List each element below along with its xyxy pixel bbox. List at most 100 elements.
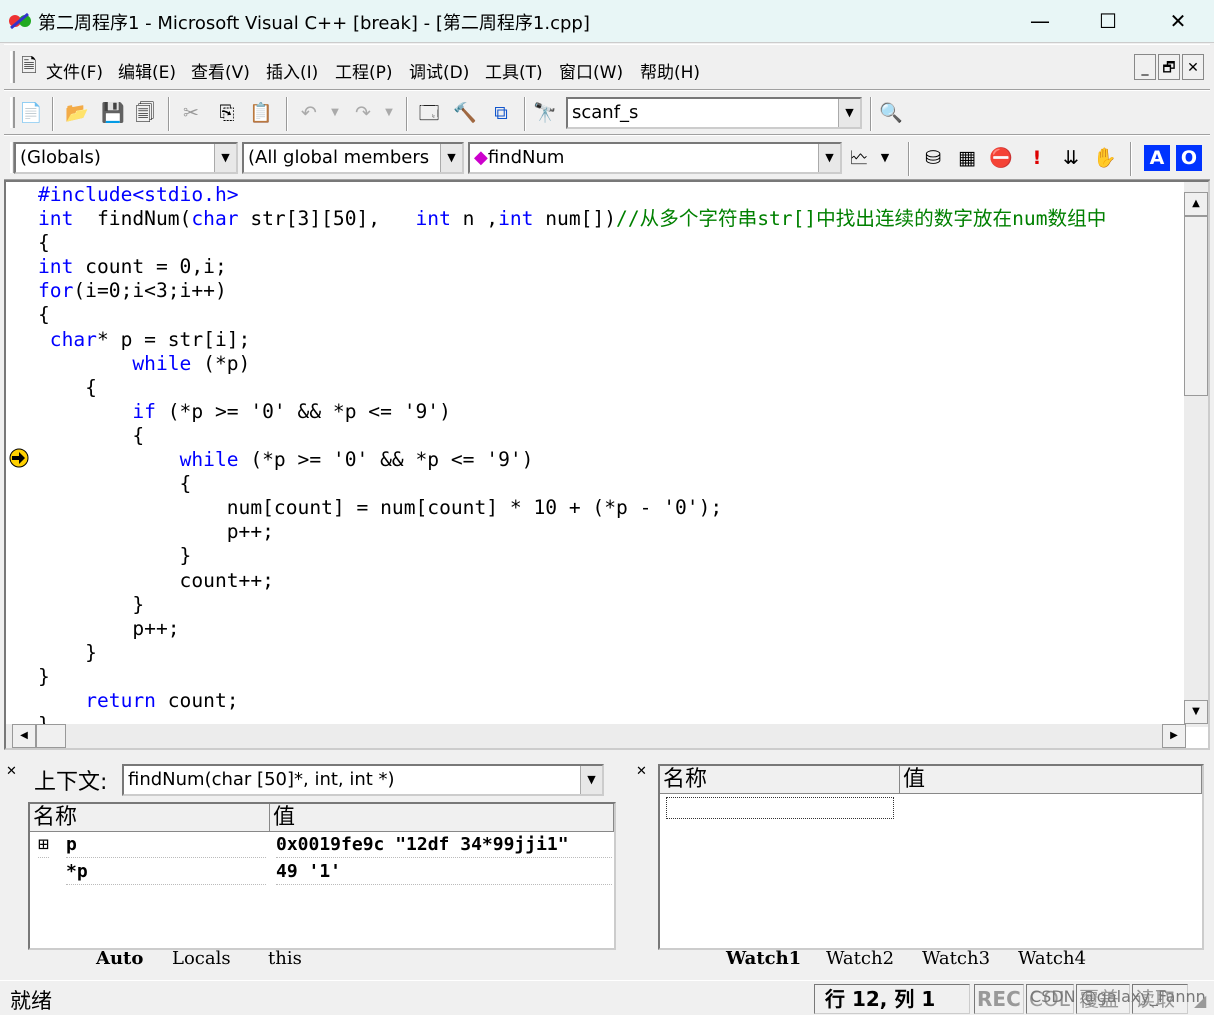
code-line[interactable]: p++;	[38, 617, 1186, 641]
chevron-down-icon[interactable]: ▼	[214, 144, 236, 172]
mdi-minimize-button[interactable]: _	[1134, 54, 1156, 80]
menu-window[interactable]: 窗口(W)	[559, 58, 623, 83]
find-combo[interactable]: scanf_s ▼	[566, 97, 862, 129]
mdi-close-button[interactable]: ✕	[1182, 54, 1204, 80]
menu-help[interactable]: 帮助(H)	[640, 58, 700, 83]
mode-o-button[interactable]: O	[1176, 145, 1202, 171]
code-text[interactable]: #include<stdio.h> int findNum(char str[3]…	[38, 183, 1186, 726]
tab-watch4[interactable]: Watch4	[1018, 948, 1086, 969]
code-line[interactable]: p++;	[38, 520, 1186, 544]
redo-dropdown-icon[interactable]: ▼	[376, 100, 402, 126]
menu-tools[interactable]: 工具(T)	[485, 58, 543, 83]
open-folder-icon[interactable]: 📂	[64, 100, 90, 126]
undo-icon[interactable]: ↶	[296, 100, 322, 126]
code-line[interactable]: {	[38, 424, 1186, 448]
context-combo[interactable]: findNum(char [50]*, int, int *) ▼	[122, 764, 604, 796]
code-line[interactable]: while (*p >= '0' && *p <= '9')	[38, 448, 1186, 472]
code-line[interactable]: {	[38, 376, 1186, 400]
code-line[interactable]: int count = 0,i;	[38, 255, 1186, 279]
build-icon[interactable]: ▦	[954, 145, 980, 171]
column-header-value[interactable]: 值	[270, 804, 614, 832]
editor-gutter[interactable]	[6, 182, 36, 727]
tab-watch3[interactable]: Watch3	[922, 948, 990, 969]
horizontal-scrollbar[interactable]: ◀ ▶	[6, 724, 1186, 748]
scroll-down-button[interactable]: ▼	[1184, 700, 1208, 724]
code-line[interactable]: if (*p >= '0' && *p <= '9')	[38, 400, 1186, 424]
execute-icon[interactable]: !	[1024, 145, 1050, 171]
tab-watch2[interactable]: Watch2	[826, 948, 894, 969]
close-pane-icon[interactable]: ✕	[636, 764, 647, 779]
code-line[interactable]: }	[38, 641, 1186, 665]
tab-auto[interactable]: Auto	[96, 948, 143, 969]
grip-handle[interactable]	[10, 97, 15, 128]
code-line[interactable]: num[count] = num[count] * 10 + (*p - '0'…	[38, 496, 1186, 520]
menu-file[interactable]: 文件(F)	[46, 58, 103, 83]
resize-grip-icon[interactable]: ◢	[1194, 991, 1206, 1010]
code-line[interactable]: char* p = str[i];	[38, 328, 1186, 352]
menu-view[interactable]: 查看(V)	[191, 58, 250, 83]
function-combo[interactable]: ◆findNum ▼	[468, 142, 842, 174]
stop-build-icon[interactable]: ⛔	[988, 145, 1014, 171]
members-combo[interactable]: (All global members ▼	[242, 142, 464, 174]
wizard-action-dropdown-icon[interactable]: ▼	[872, 145, 898, 171]
save-icon[interactable]: 💾	[100, 100, 126, 126]
undo-dropdown-icon[interactable]: ▼	[322, 100, 348, 126]
mdi-restore-button[interactable]: 🗗	[1158, 54, 1180, 80]
breakpoint-hand-icon[interactable]: ✋	[1092, 145, 1118, 171]
code-line[interactable]: while (*p)	[38, 352, 1186, 376]
chevron-down-icon[interactable]: ▼	[838, 99, 860, 127]
menu-project[interactable]: 工程(P)	[335, 58, 393, 83]
tab-watch1[interactable]: Watch1	[726, 948, 801, 969]
code-line[interactable]: for(i=0;i<3;i++)	[38, 279, 1186, 303]
watch-grid[interactable]: 名称 值	[658, 764, 1204, 950]
code-line[interactable]: int findNum(char str[3][50], int n ,int …	[38, 207, 1186, 231]
output-window-icon[interactable]: 🔨	[452, 100, 478, 126]
code-editor[interactable]: #include<stdio.h> int findNum(char str[3]…	[4, 180, 1210, 750]
code-line[interactable]: {	[38, 231, 1186, 255]
chevron-down-icon[interactable]: ▼	[818, 144, 840, 172]
expand-icon[interactable]: ⊞	[38, 832, 49, 858]
compile-icon[interactable]: ⛁	[920, 145, 946, 171]
close-pane-icon[interactable]: ✕	[6, 764, 17, 779]
menu-insert[interactable]: 插入(I)	[266, 58, 318, 83]
variable-value[interactable]: 0x0019fe9c "12df 34*99jji1"	[276, 832, 612, 858]
minimize-button[interactable]: —	[1020, 6, 1060, 36]
menu-edit[interactable]: 编辑(E)	[118, 58, 176, 83]
mode-a-button[interactable]: A	[1144, 145, 1170, 171]
column-header-name[interactable]: 名称	[30, 804, 270, 832]
menu-debug[interactable]: 调试(D)	[409, 58, 469, 83]
grip-handle[interactable]	[10, 51, 15, 83]
code-line[interactable]: {	[38, 472, 1186, 496]
copy-icon[interactable]: ⎘	[214, 100, 240, 126]
new-watch-entry[interactable]	[666, 797, 894, 819]
class-combo[interactable]: (Globals) ▼	[14, 142, 238, 174]
chevron-down-icon[interactable]: ▼	[580, 766, 602, 794]
scroll-left-button[interactable]: ◀	[12, 724, 36, 748]
paste-icon[interactable]: 📋	[248, 100, 274, 126]
scroll-up-button[interactable]: ▲	[1184, 192, 1208, 216]
scroll-right-button[interactable]: ▶	[1162, 724, 1186, 748]
save-all-icon[interactable]: 🗐	[132, 100, 158, 126]
code-line[interactable]: return count;	[38, 689, 1186, 713]
cut-icon[interactable]: ✂	[178, 100, 204, 126]
new-text-file-icon[interactable]: 📄	[18, 100, 44, 126]
workspace-icon[interactable]: 🗔	[416, 100, 442, 126]
code-line[interactable]: }	[38, 544, 1186, 568]
find-in-files-icon[interactable]: 🔭	[532, 100, 558, 126]
close-button[interactable]: ✕	[1158, 6, 1198, 36]
variable-value[interactable]: 49 '1'	[276, 859, 612, 885]
tab-locals[interactable]: Locals	[172, 948, 231, 969]
code-line[interactable]: }	[38, 593, 1186, 617]
maximize-button[interactable]: ☐	[1088, 6, 1128, 36]
search-icon[interactable]: 🔍	[878, 100, 904, 126]
redo-icon[interactable]: ↷	[350, 100, 376, 126]
column-header-value[interactable]: 值	[900, 766, 1202, 794]
vertical-scrollbar[interactable]: ▲ ▼	[1184, 182, 1208, 727]
code-line[interactable]: }	[38, 665, 1186, 689]
code-line[interactable]: #include<stdio.h>	[38, 183, 1186, 207]
tab-this[interactable]: this	[268, 948, 302, 969]
window-list-icon[interactable]: ⧉	[488, 100, 514, 126]
code-line[interactable]: count++;	[38, 569, 1186, 593]
chevron-down-icon[interactable]: ▼	[440, 144, 462, 172]
go-icon[interactable]: ⇊	[1058, 145, 1084, 171]
